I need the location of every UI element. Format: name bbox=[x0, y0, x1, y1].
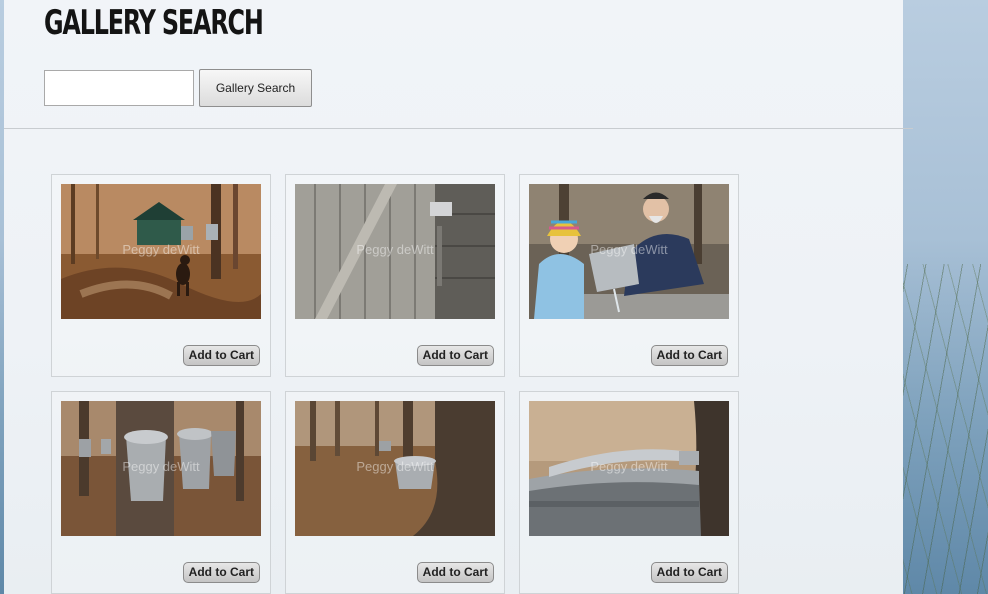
gallery-item: Peggy deWitt Add to Cart bbox=[519, 174, 739, 377]
gallery-item: Peggy deWitt Add to Cart bbox=[519, 391, 739, 594]
gallery-item: Peggy deWitt Add to Cart bbox=[285, 391, 505, 594]
gallery-item: Peggy deWitt Add to Cart bbox=[51, 391, 271, 594]
add-to-cart-button[interactable]: Add to Cart bbox=[416, 562, 494, 583]
watermark-text: Peggy deWitt bbox=[356, 242, 434, 257]
gallery-thumbnail[interactable]: Peggy deWitt bbox=[529, 184, 729, 319]
gallery-thumbnail[interactable]: Peggy deWitt bbox=[295, 401, 495, 536]
add-to-cart-button[interactable]: Add to Cart bbox=[650, 345, 728, 366]
gallery-thumbnail[interactable]: Peggy deWitt bbox=[61, 184, 261, 319]
background-grass bbox=[898, 264, 988, 594]
search-input[interactable] bbox=[44, 70, 194, 106]
gallery-thumbnail[interactable]: Peggy deWitt bbox=[295, 184, 495, 319]
add-to-cart-button[interactable]: Add to Cart bbox=[182, 562, 260, 583]
content-panel: GALLERY SEARCH Gallery Search Peggy deWi… bbox=[4, 0, 913, 594]
watermark-text: Peggy deWitt bbox=[590, 242, 668, 257]
watermark-text: Peggy deWitt bbox=[356, 459, 434, 474]
add-to-cart-button[interactable]: Add to Cart bbox=[416, 345, 494, 366]
watermark-text: Peggy deWitt bbox=[122, 242, 200, 257]
add-to-cart-button[interactable]: Add to Cart bbox=[182, 345, 260, 366]
page-title: GALLERY SEARCH bbox=[44, 3, 264, 43]
gallery-thumbnail[interactable]: Peggy deWitt bbox=[529, 401, 729, 536]
gallery-item: Peggy deWitt Add to Cart bbox=[285, 174, 505, 377]
gallery-thumbnail[interactable]: Peggy deWitt bbox=[61, 401, 261, 536]
watermark-text: Peggy deWitt bbox=[590, 459, 668, 474]
divider bbox=[4, 128, 913, 129]
gallery-item: Peggy deWitt Add to Cart bbox=[51, 174, 271, 377]
gallery-search-button[interactable]: Gallery Search bbox=[199, 69, 312, 107]
watermark-text: Peggy deWitt bbox=[122, 459, 200, 474]
add-to-cart-button[interactable]: Add to Cart bbox=[650, 562, 728, 583]
